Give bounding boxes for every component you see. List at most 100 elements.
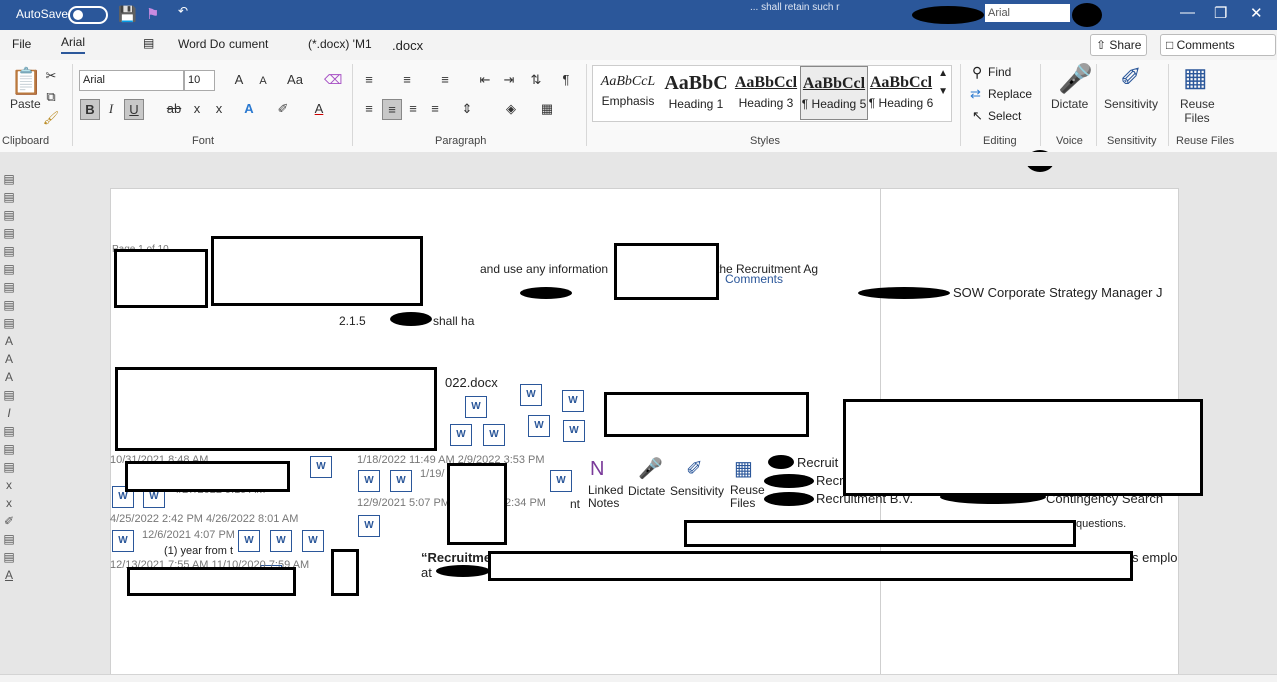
doc-icon[interactable]: ▤ <box>0 242 18 260</box>
scroll-down-icon[interactable]: ▼ <box>938 86 948 97</box>
align-center-icon[interactable]: ≡ <box>382 99 402 120</box>
comments-link[interactable]: Comments <box>725 272 783 286</box>
font-size-field[interactable]: 10 <box>184 70 215 91</box>
doc-icon[interactable]: ▤ <box>0 314 18 332</box>
bold-button[interactable]: B <box>80 99 100 120</box>
style-heading-1[interactable]: AaBbC Heading 1 <box>663 66 729 118</box>
reuse-files-icon[interactable]: ▦ <box>734 456 753 481</box>
style-heading-5[interactable]: AaBbCcl ¶ Heading 5 <box>800 66 868 120</box>
restore-icon[interactable]: ❐ <box>1214 4 1227 22</box>
onenote-icon[interactable]: N <box>590 458 604 481</box>
sensitivity-ribbon-icon[interactable]: ✐ <box>1120 62 1142 93</box>
highlight-icon[interactable]: ✐ <box>274 99 292 118</box>
paste-button[interactable]: Paste <box>10 97 41 111</box>
word-file-icon[interactable]: W <box>562 390 584 412</box>
word-file-icon[interactable]: W <box>465 396 487 418</box>
tab-font[interactable]: Arial <box>61 35 86 54</box>
sensitivity-button[interactable]: Sensitivity <box>1104 97 1158 111</box>
word-file-icon[interactable]: W <box>358 515 380 537</box>
grow-font-icon[interactable]: A <box>0 332 18 350</box>
word-file-icon[interactable]: W <box>563 420 585 442</box>
change-case-button[interactable]: Aa <box>283 70 307 89</box>
format-painter-icon[interactable]: 🖌 <box>42 108 60 127</box>
subscript-icon[interactable]: x <box>0 476 18 494</box>
share-button[interactable]: ⇧ Share <box>1090 34 1148 56</box>
select-button[interactable]: Select <box>988 109 1021 123</box>
italic-button[interactable]: I <box>102 99 120 118</box>
word-file-icon[interactable]: W <box>302 530 324 552</box>
subscript-button[interactable]: x <box>188 99 206 118</box>
find-icon[interactable]: ⚲ <box>972 64 982 81</box>
grow-font-button[interactable]: A <box>230 70 248 89</box>
doc-icon[interactable]: ▤ <box>0 296 18 314</box>
word-file-icon[interactable]: W <box>238 530 260 552</box>
sensitivity-icon[interactable]: ⚑ <box>146 5 159 23</box>
highlight-icon[interactable]: ✐ <box>0 512 18 530</box>
doc-icon[interactable]: ▤ <box>0 170 18 188</box>
word-file-icon[interactable]: W <box>310 456 332 478</box>
numbering-icon[interactable]: ≡ <box>398 70 416 89</box>
linked-notes-button[interactable]: Linked Notes <box>588 484 628 510</box>
sensitivity-icon[interactable]: ✐ <box>686 456 703 481</box>
doc-icon[interactable]: ▤ <box>0 548 18 566</box>
shrink-font-icon[interactable]: A <box>0 350 18 368</box>
select-icon[interactable]: ↖ <box>972 108 983 124</box>
doc-icon[interactable]: ▤ <box>0 278 18 296</box>
cut-icon[interactable]: ✂ <box>42 66 60 85</box>
superscript-icon[interactable]: x <box>0 494 18 512</box>
clear-format-icon[interactable]: A <box>0 368 18 386</box>
font-color-icon[interactable]: A <box>0 566 18 584</box>
reuse-files-icon[interactable]: ▦ <box>1183 62 1208 93</box>
doc-icon[interactable]: ▤ <box>0 260 18 278</box>
font-name-field[interactable]: Arial <box>79 70 184 91</box>
replace-icon[interactable]: ⇄ <box>970 86 981 102</box>
dictate-button[interactable]: Dictate <box>1051 97 1088 111</box>
undo-icon[interactable]: ↶ <box>178 4 188 18</box>
borders-icon[interactable]: ▦ <box>538 99 556 118</box>
doc-icon[interactable]: ▤ <box>0 224 18 242</box>
align-left-icon[interactable]: ≡ <box>360 99 378 118</box>
paste-icon[interactable]: 📋 <box>10 66 42 97</box>
save-icon[interactable]: 💾 <box>118 5 137 23</box>
word-file-icon[interactable]: W <box>390 470 412 492</box>
shrink-font-button[interactable]: A <box>254 72 272 91</box>
line-spacing-icon[interactable]: ⇕ <box>458 99 476 118</box>
comments-button[interactable]: □ Comments <box>1160 34 1276 56</box>
increase-indent-icon[interactable]: ⇥ <box>500 70 518 89</box>
superscript-button[interactable]: x <box>210 99 228 118</box>
shading-icon[interactable]: ◈ <box>502 99 520 118</box>
word-file-icon[interactable]: W <box>450 424 472 446</box>
doc-icon[interactable]: ▤ <box>0 530 18 548</box>
reuse-files-button[interactable]: Reuse Files <box>730 484 765 510</box>
align-right-icon[interactable]: ≡ <box>404 99 422 118</box>
autosave-toggle[interactable] <box>68 6 108 24</box>
text-effects-icon[interactable]: A <box>240 99 258 118</box>
search-box[interactable]: Arial <box>985 4 1070 22</box>
doc-icon[interactable]: ▤ <box>0 440 18 458</box>
underline-button[interactable]: U <box>124 99 144 120</box>
microphone-icon[interactable]: 🎤 <box>638 456 663 481</box>
word-file-icon[interactable]: W <box>358 470 380 492</box>
doc-icon[interactable]: ▤ <box>0 422 18 440</box>
microphone-icon[interactable]: 🎤 <box>1058 62 1093 95</box>
clear-format-icon[interactable]: ⌫ <box>324 70 342 89</box>
sensitivity-button[interactable]: Sensitivity <box>670 484 724 498</box>
style-heading-6[interactable]: AaBbCcl ¶ Heading 6 <box>868 66 934 118</box>
replace-button[interactable]: Replace <box>988 87 1032 101</box>
dictate-button[interactable]: Dictate <box>628 484 665 498</box>
sort-icon[interactable]: ⇅ <box>527 70 545 89</box>
font-color-icon[interactable]: A <box>310 99 328 118</box>
style-heading-3[interactable]: AaBbCcl Heading 3 <box>733 66 799 118</box>
italic-icon[interactable]: I <box>0 404 18 422</box>
word-file-icon[interactable]: W <box>270 530 292 552</box>
reuse-files-button[interactable]: Reuse Files <box>1180 97 1215 125</box>
word-file-icon[interactable]: W <box>483 424 505 446</box>
find-button[interactable]: Find <box>988 65 1011 79</box>
close-icon[interactable]: ✕ <box>1250 4 1263 22</box>
tab-file[interactable]: File <box>12 37 31 51</box>
doc-icon[interactable]: ▤ <box>0 386 18 404</box>
show-marks-icon[interactable]: ¶ <box>557 70 575 89</box>
word-file-icon[interactable]: W <box>550 470 572 492</box>
doc-icon[interactable]: ▤ <box>0 188 18 206</box>
minimize-icon[interactable]: — <box>1180 4 1195 21</box>
